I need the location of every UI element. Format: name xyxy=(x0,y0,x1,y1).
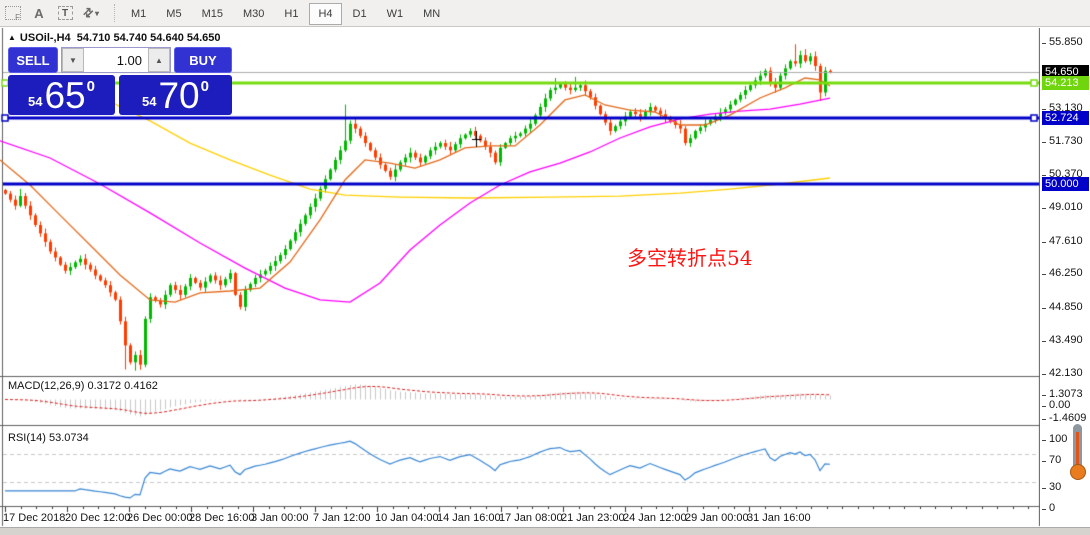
price-tick-label: 44.850 xyxy=(1042,301,1083,313)
chart-window: ▲ USOil-,H4 54.710 54.740 54.640 54.650 S… xyxy=(0,28,1090,535)
timeframe-button-d1[interactable]: D1 xyxy=(344,3,376,25)
timeframe-button-m30[interactable]: M30 xyxy=(234,3,273,25)
symbol-header: ▲ USOil-,H4 54.710 54.740 54.640 54.650 xyxy=(8,32,221,44)
date-tick-label: 31 Jan 16:00 xyxy=(747,512,811,524)
sell-price-sup: 0 xyxy=(86,78,95,95)
price-tick-label: 49.010 xyxy=(1042,201,1083,213)
date-tick-label: 17 Dec 2018 xyxy=(3,512,66,524)
trading-terminal: F A T ⇅ ▾ M1 M5 M15 M30 H1 H4 D1 W1 MN ▲ USOil-,H… xyxy=(0,0,1090,535)
timeframe-button-h1[interactable]: H1 xyxy=(275,3,307,25)
sell-button[interactable]: SELL xyxy=(8,47,58,73)
price-tick-label: 55.850 xyxy=(1042,36,1083,48)
price-badge: 52.724 xyxy=(1042,111,1089,126)
buy-button[interactable]: BUY xyxy=(174,47,232,73)
symbol-name: USOil-,H4 xyxy=(19,32,71,44)
time-axis[interactable]: 17 Dec 2018 20 Dec 12:00 26 Dec 00:00 28 De… xyxy=(0,509,1040,527)
date-tick-label: 10 Jan 04:00 xyxy=(375,512,439,524)
macd-axis-label: 0.00 xyxy=(1042,399,1070,411)
date-tick-label: 17 Jan 08:00 xyxy=(499,512,563,524)
rsi-axis-label: 100 xyxy=(1042,433,1067,445)
timeframe-button-m15[interactable]: M15 xyxy=(193,3,232,25)
buy-price-sup: 0 xyxy=(200,78,209,95)
collapse-icon[interactable]: ▲ xyxy=(8,33,16,42)
volume-input[interactable] xyxy=(84,48,148,72)
timeframe-button-w1[interactable]: W1 xyxy=(378,3,413,25)
timeframe-bar: M1 M5 M15 M30 H1 H4 D1 W1 MN xyxy=(121,3,450,25)
volume-increase-button[interactable]: ▲ xyxy=(148,48,170,72)
toolbar: F A T ⇅ ▾ M1 M5 M15 M30 H1 H4 D1 W1 MN xyxy=(0,0,1090,27)
text-label-icon[interactable]: A xyxy=(27,2,51,24)
date-tick-label: 26 Dec 00:00 xyxy=(127,512,193,524)
sell-price-box[interactable]: 54 65 0 xyxy=(8,75,115,115)
timeframe-button-h4[interactable]: H4 xyxy=(309,3,342,25)
macd-label: MACD(12,26,9) 0.3172 0.4162 xyxy=(8,380,158,392)
timeframe-button-m1[interactable]: M1 xyxy=(122,3,155,25)
macd-values: 0.3172 0.4162 xyxy=(87,380,158,392)
bottom-strip xyxy=(0,527,1090,535)
volume-decrease-button[interactable]: ▼ xyxy=(62,48,84,72)
price-tick-label: 46.250 xyxy=(1042,267,1083,279)
price-badge: 50.000 xyxy=(1042,177,1089,192)
buy-price-box[interactable]: 54 70 0 xyxy=(119,75,232,115)
date-tick-label: 29 Jan 00:00 xyxy=(685,512,749,524)
volume-group: ▼ ▲ xyxy=(61,47,171,73)
buy-price-big: 70 xyxy=(158,75,200,116)
macd-axis-label: -1.4609 xyxy=(1042,412,1086,424)
price-tick-label: 51.730 xyxy=(1042,135,1083,147)
chart-annotation-text[interactable]: 多空转折点54 xyxy=(627,242,752,271)
date-tick-label: 20 Dec 12:00 xyxy=(65,512,131,524)
thermometer-icon xyxy=(1068,424,1088,486)
chart-grid-icon[interactable]: F xyxy=(1,2,25,24)
buy-price-small: 54 xyxy=(142,94,157,109)
date-tick-label: 28 Dec 16:00 xyxy=(189,512,255,524)
date-tick-label: 24 Jan 12:00 xyxy=(623,512,687,524)
sell-price-small: 54 xyxy=(28,94,43,109)
rsi-axis-label: 70 xyxy=(1042,454,1061,466)
date-tick-label: 7 Jan 12:00 xyxy=(313,512,371,524)
date-tick-label: 21 Jan 23:00 xyxy=(561,512,625,524)
date-tick-label: 14 Jan 16:00 xyxy=(437,512,501,524)
rsi-value: 53.0734 xyxy=(48,432,89,444)
date-tick-label: 3 Jan 00:00 xyxy=(251,512,309,524)
price-tick-label: 43.490 xyxy=(1042,334,1083,346)
price-badge: 54.213 xyxy=(1042,75,1089,90)
rsi-axis-label: 0 xyxy=(1042,502,1055,514)
timeframe-button-mn[interactable]: MN xyxy=(414,3,449,25)
sell-price-big: 65 xyxy=(44,75,86,116)
rsi-label: RSI(14) 53.0734 xyxy=(8,432,89,444)
one-click-trading-panel: SELL ▼ ▲ BUY 54 65 0 54 70 0 xyxy=(8,47,232,144)
price-tick-label: 42.130 xyxy=(1042,367,1083,379)
rsi-axis-label: 30 xyxy=(1042,481,1061,493)
text-box-icon[interactable]: T xyxy=(53,2,77,24)
timeframe-button-m5[interactable]: M5 xyxy=(157,3,190,25)
toolbar-separator xyxy=(114,4,115,22)
price-tick-label: 47.610 xyxy=(1042,235,1083,247)
line-tools-icon[interactable]: ⇅ ▾ xyxy=(79,2,103,24)
symbol-ohlc: 54.710 54.740 54.640 54.650 xyxy=(76,32,221,44)
